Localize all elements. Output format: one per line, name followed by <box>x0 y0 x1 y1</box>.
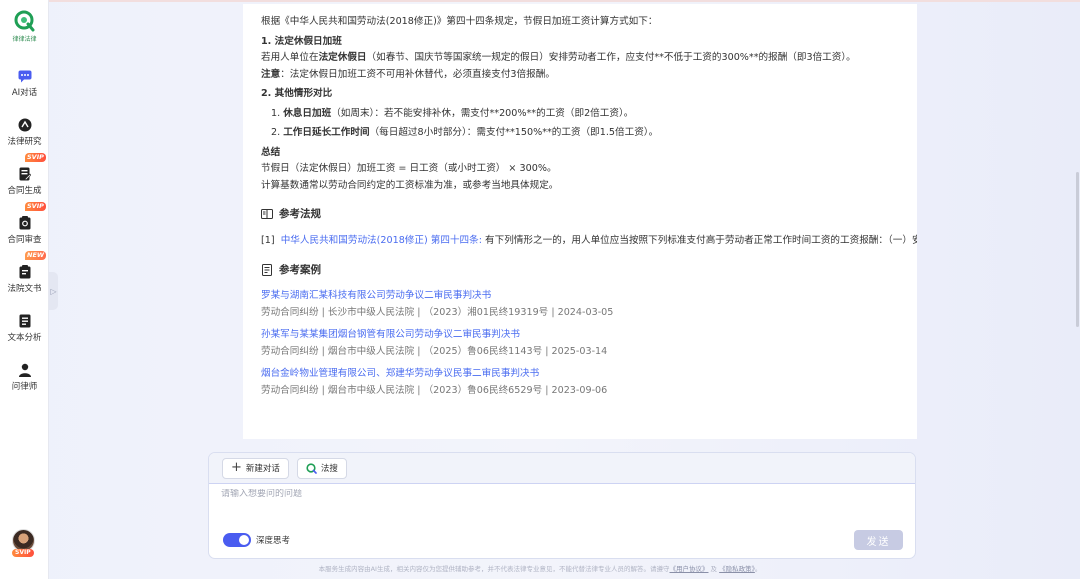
avatar-svip-badge: SVIP <box>12 549 34 557</box>
law-search-button[interactable]: 法搜 <box>296 457 347 479</box>
reference-link[interactable]: 中华人民共和国劳动法(2018修正) 第四十四条: <box>281 235 482 246</box>
case-link[interactable]: 烟台金岭物业管理有限公司、郑建华劳动争议民事二审民事判决书 <box>261 366 899 383</box>
page-scrollbar[interactable] <box>1076 172 1079 327</box>
disclaimer-footer: 本服务生成内容由AI生成，相关内容仅为您提供辅助参考，并不代表法律专业意见，不能… <box>318 565 762 573</box>
sidebar-item-contract-generation[interactable]: SVIP 合同生成 <box>0 153 49 196</box>
case-link[interactable]: 孙某军与某某集团烟台钢管有限公司劳动争议二审民事判决书 <box>261 327 899 344</box>
sidebar-item-ask-lawyer[interactable]: 问律师 <box>0 362 49 392</box>
case-link[interactable]: 罗某与湖南汇某科技有限公司劳动争议二审民事判决书 <box>261 288 899 305</box>
answer-heading-1: 1. 法定休假日加班 <box>261 35 342 47</box>
answer-list-item-1: 1. 休息日加班（如周末）：若不能安排补休，需支付**200%**的工资（即2倍… <box>271 107 634 119</box>
sidebar-collapse-handle[interactable]: ▷ <box>49 272 58 310</box>
cases-heading: 参考案例 <box>261 262 899 279</box>
sidebar-item-label: 合同审查 <box>7 235 42 245</box>
research-icon <box>17 117 33 133</box>
question-input[interactable] <box>221 489 901 499</box>
sidebar-item-label: 问律师 <box>11 382 38 392</box>
text-analysis-icon <box>17 313 33 329</box>
sidebar-item-court-documents[interactable]: NEW 法院文书 <box>0 251 49 294</box>
new-badge: NEW <box>25 251 47 260</box>
chat-bubble-icon <box>17 68 33 84</box>
logo-icon <box>14 10 36 32</box>
court-document-icon <box>17 264 33 280</box>
app-logo[interactable]: 律律法律 <box>8 10 41 43</box>
chat-toolbar: + 新建对话 法搜 <box>209 453 915 484</box>
contract-edit-icon <box>17 166 33 182</box>
new-chat-button[interactable]: + 新建对话 <box>222 457 289 479</box>
case-document-icon <box>262 263 272 276</box>
sidebar-item-label: AI对话 <box>11 88 38 98</box>
sidebar-item-label: 法院文书 <box>7 284 42 294</box>
answer-summary-line: 节假日（法定休假日）加班工资 = 日工资（或小时工资） × 300%。 <box>261 163 557 174</box>
sidebar-item-label: 文本分析 <box>7 333 42 343</box>
sidebar-item-label: 合同生成 <box>7 186 42 196</box>
answer-summary-title: 总结 <box>261 146 281 158</box>
answer-panel: 根据《中华人民共和国劳动法(2018修正)》第四十四条规定，节假日加班工资计算方… <box>243 4 917 439</box>
logo-text: 律律法律 <box>12 36 37 43</box>
reference-item: [1] 中华人民共和国劳动法(2018修正) 第四十四条: 有下列情形之一的，用… <box>261 234 917 246</box>
answer-summary-line: 计算基数通常以劳动合同约定的工资标准为准，或参考当地具体规定。 <box>261 179 559 191</box>
answer-note: 注意：法定休假日加班工资不可用补休替代，必须直接支付3倍报酬。 <box>261 68 555 80</box>
answer-paragraph-1: 若用人单位在法定休假日（如春节、国庆节等国家统一规定的假日）安排劳动者工作，应支… <box>261 52 856 63</box>
case-meta: 劳动合同纠纷 | 烟台市中级人民法院 | （2025）鲁06民终1143号 | … <box>261 345 608 357</box>
case-meta: 劳动合同纠纷 | 烟台市中级人民法院 | （2023）鲁06民终6529号 | … <box>261 384 608 396</box>
book-icon <box>261 209 273 220</box>
top-border <box>0 0 1080 2</box>
svip-badge: SVIP <box>25 153 46 162</box>
references-heading: 参考法规 <box>261 206 899 223</box>
case-meta: 劳动合同纠纷 | 长沙市中级人民法院 | （2023）湘01民终19319号 |… <box>261 306 614 318</box>
plus-icon: + <box>231 460 242 475</box>
send-button[interactable]: 发送 <box>854 530 903 550</box>
sidebar-item-text-analysis[interactable]: 文本分析 <box>0 313 49 343</box>
answer-intro: 根据《中华人民共和国劳动法(2018修正)》第四十四条规定，节假日加班工资计算方… <box>261 16 658 27</box>
sidebar-item-ai-chat[interactable]: AI对话 <box>0 68 49 98</box>
answer-list-item-2: 2. 工作日延长工作时间（每日超过8小时部分）：需支付**150%**的工资（即… <box>271 127 659 138</box>
sidebar: 律律法律 AI对话 法律研究 SVIP 合同生成 SVIP 合同审查 NEW 法… <box>0 0 49 579</box>
answer-heading-2: 2. 其他情形对比 <box>261 88 333 99</box>
deep-think-toggle[interactable]: 深度思考 <box>223 533 290 547</box>
lawyer-icon <box>17 362 33 378</box>
toggle-switch[interactable] <box>223 533 251 547</box>
sidebar-item-label: 法律研究 <box>7 137 42 147</box>
sidebar-item-contract-review[interactable]: SVIP 合同审查 <box>0 202 49 245</box>
chat-input-box: + 新建对话 法搜 深度思考 发送 <box>208 452 916 559</box>
sidebar-item-legal-research[interactable]: 法律研究 <box>0 117 49 147</box>
contract-review-icon <box>17 215 33 231</box>
user-agreement-link[interactable]: 《用户协议》 <box>669 565 708 573</box>
privacy-policy-link[interactable]: 《隐私政策》 <box>719 565 755 573</box>
svip-badge: SVIP <box>25 202 46 211</box>
law-search-icon <box>306 462 317 474</box>
